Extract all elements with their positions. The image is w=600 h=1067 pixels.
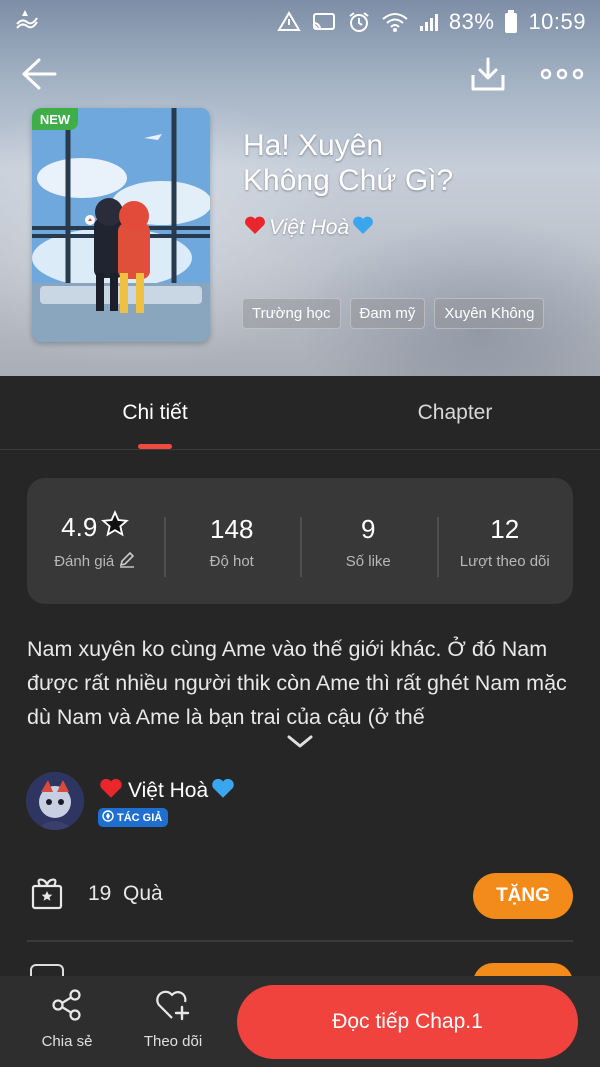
stat-likes-value: 9 bbox=[361, 514, 376, 544]
wifi-icon bbox=[381, 11, 409, 33]
app-notification-icon bbox=[14, 8, 40, 36]
stat-followers-label: Lượt theo dõi bbox=[459, 552, 550, 570]
battery-percent: 83% bbox=[448, 9, 495, 34]
author-name[interactable]: Việt Hoà bbox=[98, 776, 236, 806]
story-cover-image[interactable] bbox=[32, 108, 210, 342]
recycle-icon bbox=[277, 11, 301, 33]
download-button[interactable] bbox=[466, 54, 510, 98]
stat-rating[interactable]: 4.9 Đánh giá bbox=[27, 509, 164, 572]
gift-count-text: 19 Quà bbox=[88, 882, 163, 906]
stat-hot-label: Độ hot bbox=[209, 552, 254, 570]
red-heart-icon bbox=[243, 214, 267, 242]
red-heart-icon bbox=[98, 776, 124, 806]
arrow-left-icon bbox=[19, 56, 57, 97]
continue-reading-button[interactable]: Đọc tiếp Chap.1 bbox=[237, 985, 578, 1059]
share-icon bbox=[50, 988, 84, 1027]
cast-icon bbox=[311, 11, 337, 33]
stat-followers: 12 Lượt theo dõi bbox=[436, 513, 574, 577]
story-header: 83% 10:59 NEW Ha! Xuyên Không Chứ Gì? Vi… bbox=[0, 0, 600, 376]
tab-bar: Chi tiết Chapter bbox=[0, 376, 600, 450]
stats-card: 4.9 Đánh giá 148 Độ hot 9 Số like 12 Lượ… bbox=[27, 478, 573, 604]
more-horizontal-icon bbox=[540, 67, 584, 85]
heart-plus-icon bbox=[155, 988, 191, 1027]
author-badge-icon bbox=[102, 810, 114, 825]
stat-likes: 9 Số like bbox=[300, 513, 437, 577]
story-title-line2: Không Chứ Gì? bbox=[243, 164, 454, 197]
author-role-badge: TÁC GIẢ bbox=[98, 808, 169, 827]
star-icon bbox=[101, 509, 130, 545]
tab-chapter[interactable]: Chapter bbox=[310, 376, 600, 450]
new-badge: NEW bbox=[32, 108, 78, 130]
chevron-down-icon bbox=[286, 734, 314, 755]
stat-likes-label: Số like bbox=[345, 552, 391, 570]
stat-rating-label: Đánh giá bbox=[54, 552, 115, 570]
send-gift-button[interactable]: TẶNG bbox=[473, 873, 573, 919]
story-title: Ha! Xuyên Không Chứ Gì? bbox=[243, 128, 573, 198]
author-name-text: Việt Hoà bbox=[128, 779, 209, 802]
story-author[interactable]: Việt Hoà bbox=[243, 214, 375, 242]
author-avatar[interactable] bbox=[26, 772, 84, 830]
status-bar: 83% 10:59 bbox=[0, 0, 600, 44]
stat-hot-value: 148 bbox=[210, 514, 254, 544]
blue-heart-icon bbox=[210, 776, 236, 806]
follow-button[interactable]: Theo dõi bbox=[130, 988, 216, 1050]
tag-item[interactable]: Trường học bbox=[242, 298, 341, 329]
author-role-text: TÁC GIẢ bbox=[117, 811, 163, 824]
signal-icon bbox=[419, 11, 439, 33]
stat-rating-value: 4.9 bbox=[61, 511, 98, 542]
tag-item[interactable]: Xuyên Không bbox=[434, 298, 545, 329]
clock: 10:59 bbox=[528, 9, 586, 34]
gift-count: 19 bbox=[88, 882, 112, 905]
share-label: Chia sẻ bbox=[41, 1033, 93, 1050]
story-description: Nam xuyên ko cùng Ame vào thế giới khác.… bbox=[27, 637, 567, 729]
story-title-line1: Ha! Xuyên bbox=[243, 129, 384, 162]
gift-icon bbox=[30, 876, 64, 910]
section-divider bbox=[27, 940, 573, 942]
tag-item[interactable]: Đam mỹ bbox=[349, 298, 426, 329]
pencil-icon bbox=[118, 550, 136, 572]
more-options-button[interactable] bbox=[536, 54, 588, 98]
stat-hot: 148 Độ hot bbox=[163, 513, 301, 577]
share-button[interactable]: Chia sẻ bbox=[24, 988, 110, 1050]
gift-label: Quà bbox=[123, 882, 163, 905]
expand-description-button[interactable] bbox=[284, 732, 316, 756]
follow-label: Theo dõi bbox=[143, 1033, 203, 1050]
blue-heart-icon bbox=[351, 214, 375, 242]
stat-followers-value: 12 bbox=[490, 514, 520, 544]
battery-icon bbox=[504, 10, 518, 34]
tag-list: Trường học Đam mỹ Xuyên Không bbox=[242, 298, 545, 329]
tab-active-indicator bbox=[138, 444, 172, 449]
download-icon bbox=[469, 55, 507, 98]
story-author-name: Việt Hoà bbox=[269, 216, 350, 239]
back-button[interactable] bbox=[16, 54, 60, 98]
tab-detail[interactable]: Chi tiết bbox=[0, 376, 310, 450]
alarm-icon bbox=[347, 11, 371, 33]
